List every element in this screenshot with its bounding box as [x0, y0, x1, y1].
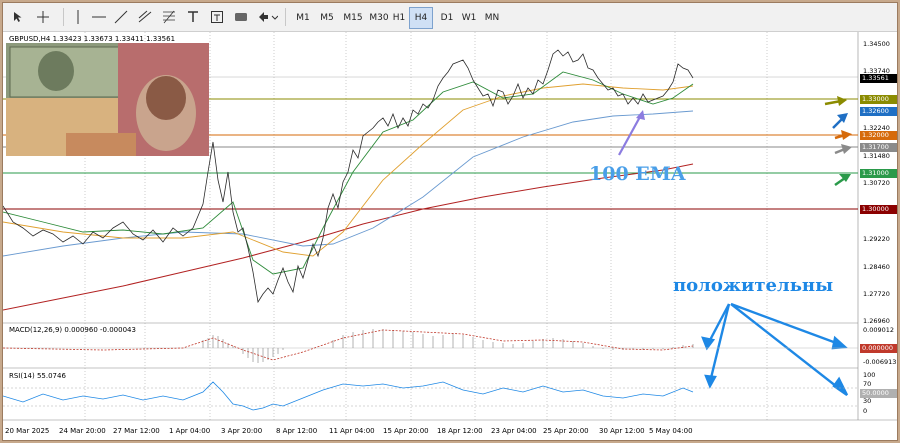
date-label: 25 Apr 20:00 [543, 427, 589, 435]
level-label-131700: 1.31700 [860, 143, 897, 152]
date-label: 5 May 04:00 [649, 427, 693, 435]
level-label-132000: 1.32000 [860, 131, 897, 140]
date-label: 20 Mar 2025 [5, 427, 50, 435]
timeframe-h4[interactable]: H4 [409, 7, 433, 29]
timeframe-mn[interactable]: MN [479, 7, 505, 29]
horizontal-line-icon[interactable] [91, 7, 107, 27]
price-tick: 1.26960 [863, 317, 890, 325]
arrow-shapes-dropdown-icon[interactable] [257, 7, 279, 27]
level-label-131000: 1.31000 [860, 169, 897, 178]
level-label-132600: 1.32600 [860, 107, 897, 116]
price-tick: 1.31480 [863, 152, 890, 160]
macd-tick: -0.006913 [863, 358, 897, 366]
date-label: 11 Apr 04:00 [329, 427, 375, 435]
label-tool-icon[interactable] [209, 7, 225, 27]
rectangle-tool-icon[interactable] [233, 7, 249, 27]
terminal-window: M1 M5 M15 M30 H1 H4 D1 W1 MN GBPUSD,H4 1… [2, 2, 898, 441]
current-price-label: 1.33561 [860, 74, 897, 83]
date-label: 8 Apr 12:00 [276, 427, 318, 435]
date-label: 3 Apr 20:00 [221, 427, 263, 435]
price-tick: 1.27720 [863, 290, 890, 298]
date-label: 1 Apr 04:00 [169, 427, 211, 435]
text-tool-icon[interactable] [185, 7, 201, 27]
trendline-icon[interactable] [113, 7, 129, 27]
date-label: 24 Mar 20:00 [59, 427, 106, 435]
timeframe-h1[interactable]: H1 [387, 7, 411, 29]
rsi-tick: 30 [863, 397, 872, 405]
timeframe-d1[interactable]: D1 [435, 7, 459, 29]
rsi-tick: 70 [863, 380, 872, 388]
date-label: 30 Apr 12:00 [599, 427, 645, 435]
symbol-info: GBPUSD,H4 1.33423 1.33673 1.33411 1.3356… [9, 35, 176, 43]
price-tick: 1.28460 [863, 263, 890, 271]
date-label: 15 Apr 20:00 [383, 427, 429, 435]
date-label: 18 Apr 12:00 [437, 427, 483, 435]
vertical-line-icon[interactable] [71, 7, 85, 27]
rsi-tick: 100 [863, 371, 876, 379]
rsi-tick: 0 [863, 407, 868, 415]
level-label-130000: 1.30000 [860, 205, 897, 214]
banknote-photo [6, 43, 209, 156]
date-label: 27 Mar 12:00 [113, 427, 160, 435]
timeframe-w1[interactable]: W1 [457, 7, 481, 29]
fibonacci-icon[interactable] [161, 7, 177, 27]
toolbar: M1 M5 M15 M30 H1 H4 D1 W1 MN [3, 3, 897, 32]
date-label: 23 Apr 04:00 [491, 427, 537, 435]
cursor-icon[interactable] [11, 7, 25, 27]
level-label-133000: 1.33000 [860, 95, 897, 104]
price-tick: 1.29220 [863, 235, 890, 243]
macd-tick: 0.009012 [863, 326, 895, 334]
macd-label: MACD(12,26,9) 0.000960 -0.000043 [9, 326, 136, 334]
positive-annotation: положительны [673, 275, 834, 296]
rsi-label: RSI(14) 55.0746 [9, 372, 66, 380]
timeframe-m15[interactable]: M15 [339, 7, 367, 29]
crosshair-icon[interactable] [35, 7, 51, 27]
ema-annotation: 100 EMA [589, 163, 686, 185]
timeframe-m1[interactable]: M1 [291, 7, 315, 29]
timeframe-m5[interactable]: M5 [315, 7, 339, 29]
macd-zero-label: 0.000000 [860, 344, 897, 353]
price-tick: 1.34500 [863, 40, 890, 48]
price-tick: 1.30720 [863, 179, 890, 187]
channel-icon[interactable] [137, 7, 153, 27]
